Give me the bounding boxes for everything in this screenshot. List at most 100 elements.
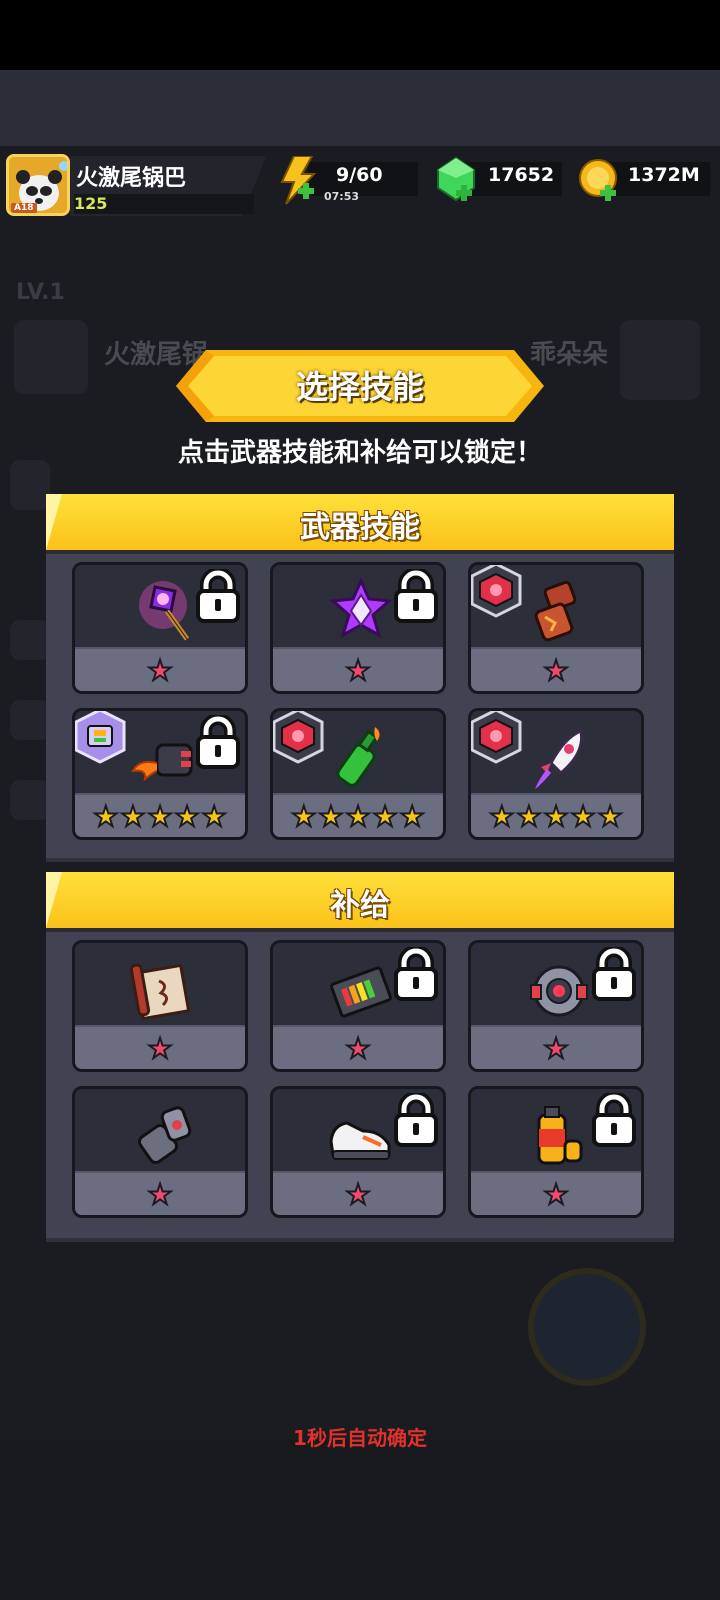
- lock-icon: [394, 569, 438, 623]
- subtitle: 点击武器技能和补给可以锁定！: [177, 438, 542, 468]
- lock-icon: [196, 715, 240, 769]
- energy-timer: 07:53: [324, 190, 360, 203]
- star-icon: ★: [344, 1032, 371, 1065]
- armor-gauntlet-icon: [137, 1106, 192, 1165]
- star-icon: ★: [317, 800, 344, 833]
- red-gear-tag-icon: [471, 565, 522, 618]
- card-rating-bar: ★: [471, 647, 641, 691]
- supply-card[interactable]: ★: [72, 1086, 248, 1218]
- star-icon: ★: [488, 800, 515, 833]
- weapon-skill-card[interactable]: ★ ★ ★ ★ ★: [468, 708, 644, 840]
- card-rating-bar: ★: [471, 1171, 641, 1215]
- star-icon: ★: [344, 800, 371, 833]
- status-bar: A18 火激尾锅巴 125 9/60 07:53 17652 1372M: [0, 148, 720, 222]
- star-icon: ★: [372, 800, 399, 833]
- star-icon: ★: [146, 800, 173, 833]
- sneaker-icon: [329, 1121, 391, 1160]
- card-rating-bar: ★: [75, 1171, 245, 1215]
- star-icon: ★: [399, 800, 426, 833]
- fuel-canister-icon: [537, 1106, 583, 1165]
- star-icon: ★: [542, 1178, 569, 1211]
- star-icon: ★: [146, 1178, 173, 1211]
- supply-card[interactable]: ★: [72, 940, 248, 1072]
- gem-icon[interactable]: [434, 156, 478, 204]
- star-icon: ★: [174, 800, 201, 833]
- gems-value: 17652: [488, 164, 555, 186]
- panel-divider: [46, 928, 674, 932]
- star-rating: ★: [75, 654, 245, 687]
- bg-side-slot: [10, 700, 50, 740]
- red-gear-tag-icon: [273, 711, 324, 764]
- bg-level-text: LV.1: [16, 280, 65, 305]
- star-rating: ★ ★ ★ ★ ★: [273, 800, 443, 833]
- weapon-skill-card[interactable]: ★: [270, 562, 446, 694]
- lock-icon: [394, 947, 438, 1001]
- weapon-skill-card[interactable]: ★ ★ ★ ★ ★: [270, 708, 446, 840]
- supply-panel-header: 补给: [46, 872, 674, 928]
- header-band: [0, 70, 720, 146]
- star-rating: ★: [273, 1180, 443, 1210]
- star-rating: ★: [75, 1178, 245, 1211]
- card-rating-bar: ★ ★ ★ ★ ★: [75, 793, 245, 837]
- weapon-skill-card[interactable]: ★ ★ ★ ★ ★: [72, 708, 248, 840]
- star-icon: ★: [201, 800, 228, 833]
- star-icon: ★: [290, 800, 317, 833]
- player-name: 火激尾锅巴: [76, 166, 187, 191]
- bg-joystick: [528, 1268, 646, 1386]
- card-rating-bar: ★ ★ ★ ★ ★: [471, 793, 641, 837]
- player-avatar[interactable]: A18: [6, 154, 70, 216]
- star-icon: ★: [570, 800, 597, 833]
- weapon-skill-card[interactable]: ★: [72, 562, 248, 694]
- card-rating-bar: ★: [75, 647, 245, 691]
- lock-icon: [592, 947, 636, 1001]
- purple-star-emblem-icon: [329, 577, 393, 639]
- supply-panel: 补给 ★ ★ ★ ★ ★ ★: [46, 872, 674, 1242]
- card-rating-bar: ★ ★ ★ ★ ★: [273, 793, 443, 837]
- orb-core-icon: [530, 965, 588, 1017]
- lock-icon: [592, 1093, 636, 1147]
- star-rating: ★: [471, 1034, 641, 1064]
- avatar-badge: A18: [11, 203, 37, 213]
- star-icon: ★: [515, 800, 542, 833]
- energy-bolt-icon[interactable]: [276, 156, 320, 208]
- coin-icon[interactable]: [578, 156, 622, 204]
- star-rating: ★: [471, 1178, 641, 1211]
- star-icon: ★: [597, 800, 624, 833]
- weapon-skills-panel: 武器技能 ★ ★ ★ ★ ★ ★ ★ ★ ★ ★ ★ ★ ★ ★ ★ ★ ★ ★: [46, 494, 674, 862]
- energy-value: 9/60: [336, 164, 383, 186]
- supply-card[interactable]: ★: [468, 1086, 644, 1218]
- star-icon: ★: [146, 1032, 173, 1065]
- panel-divider: [46, 550, 674, 554]
- scroll-icon: [129, 963, 191, 1021]
- star-rating: ★: [75, 1032, 245, 1065]
- supply-card[interactable]: ★: [270, 1086, 446, 1218]
- star-icon: ★: [92, 800, 119, 833]
- rocket-icon: [535, 728, 584, 789]
- weapon-skill-card[interactable]: ★: [468, 562, 644, 694]
- lock-icon: [394, 1093, 438, 1147]
- bg-side-slot: [10, 780, 50, 820]
- flame-drone-icon: [131, 743, 193, 782]
- top-black-band: [0, 0, 720, 70]
- supply-card[interactable]: ★: [468, 940, 644, 1072]
- lava-fist-icon: [534, 580, 577, 642]
- purple-chip-tag-icon: [75, 711, 126, 764]
- supply-card[interactable]: ★: [270, 940, 446, 1072]
- star-rating: ★: [471, 656, 641, 686]
- star-icon: ★: [146, 654, 173, 687]
- star-rating: ★ ★ ★ ★ ★: [75, 800, 245, 833]
- bg-right-avatar: [620, 320, 700, 400]
- star-rating: ★: [273, 654, 443, 687]
- star-icon: ★: [344, 654, 371, 687]
- card-rating-bar: ★: [75, 1025, 245, 1069]
- banner-title: 选择技能: [295, 368, 424, 406]
- molotov-bottle-icon: [336, 727, 380, 787]
- supply-panel-title: 补给: [330, 888, 390, 923]
- auto-confirm-countdown: 1秒后自动确定: [293, 1426, 427, 1450]
- weapon-panel-header: 武器技能: [46, 494, 674, 550]
- magic-staff-icon: [139, 581, 190, 641]
- star-rating: ★: [273, 1032, 443, 1065]
- red-gear-tag-icon: [471, 711, 522, 764]
- weapon-panel-title: 武器技能: [300, 510, 420, 545]
- coins-value: 1372M: [628, 164, 700, 186]
